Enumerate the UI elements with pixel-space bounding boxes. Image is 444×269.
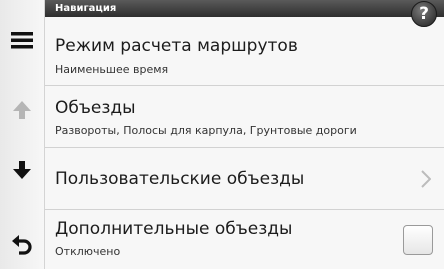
menu-button[interactable] bbox=[0, 20, 44, 60]
list-item-subtitle: Отключено bbox=[55, 245, 121, 258]
list-item-title: Дополнительные объезды bbox=[55, 219, 293, 239]
scroll-down-icon bbox=[13, 161, 31, 179]
scroll-up-icon bbox=[13, 101, 31, 119]
list-item-title: Объезды bbox=[55, 98, 136, 118]
chevron-right-icon bbox=[421, 170, 431, 188]
menu-icon bbox=[11, 32, 33, 49]
scroll-up-button[interactable] bbox=[0, 90, 44, 130]
list-item-avoidances[interactable]: Объезды Развороты, Полосы для карпула, Г… bbox=[45, 86, 444, 148]
back-button[interactable] bbox=[0, 225, 44, 265]
list-item-route-mode[interactable]: Режим расчета маршрутов Наименьшее время bbox=[45, 17, 444, 86]
help-button[interactable]: ? bbox=[411, 1, 437, 27]
list-item-extra-avoidances[interactable]: Дополнительные объезды Отключено bbox=[45, 210, 444, 269]
settings-panel: Навигация Режим расчета маршрутов Наимен… bbox=[44, 0, 444, 269]
list-item-title: Пользовательские объезды bbox=[55, 169, 305, 189]
page-title: Навигация bbox=[45, 0, 444, 17]
list-item-subtitle: Наименьшее время bbox=[55, 63, 169, 76]
back-icon bbox=[12, 235, 32, 255]
list-item-subtitle: Развороты, Полосы для карпула, Грунтовые… bbox=[55, 124, 357, 137]
list-item-title: Режим расчета маршрутов bbox=[55, 36, 298, 56]
sidebar bbox=[0, 0, 44, 269]
list-item-custom-avoidances[interactable]: Пользовательские объезды bbox=[45, 148, 444, 210]
extra-avoidances-checkbox[interactable] bbox=[403, 225, 433, 255]
scroll-down-button[interactable] bbox=[0, 150, 44, 190]
